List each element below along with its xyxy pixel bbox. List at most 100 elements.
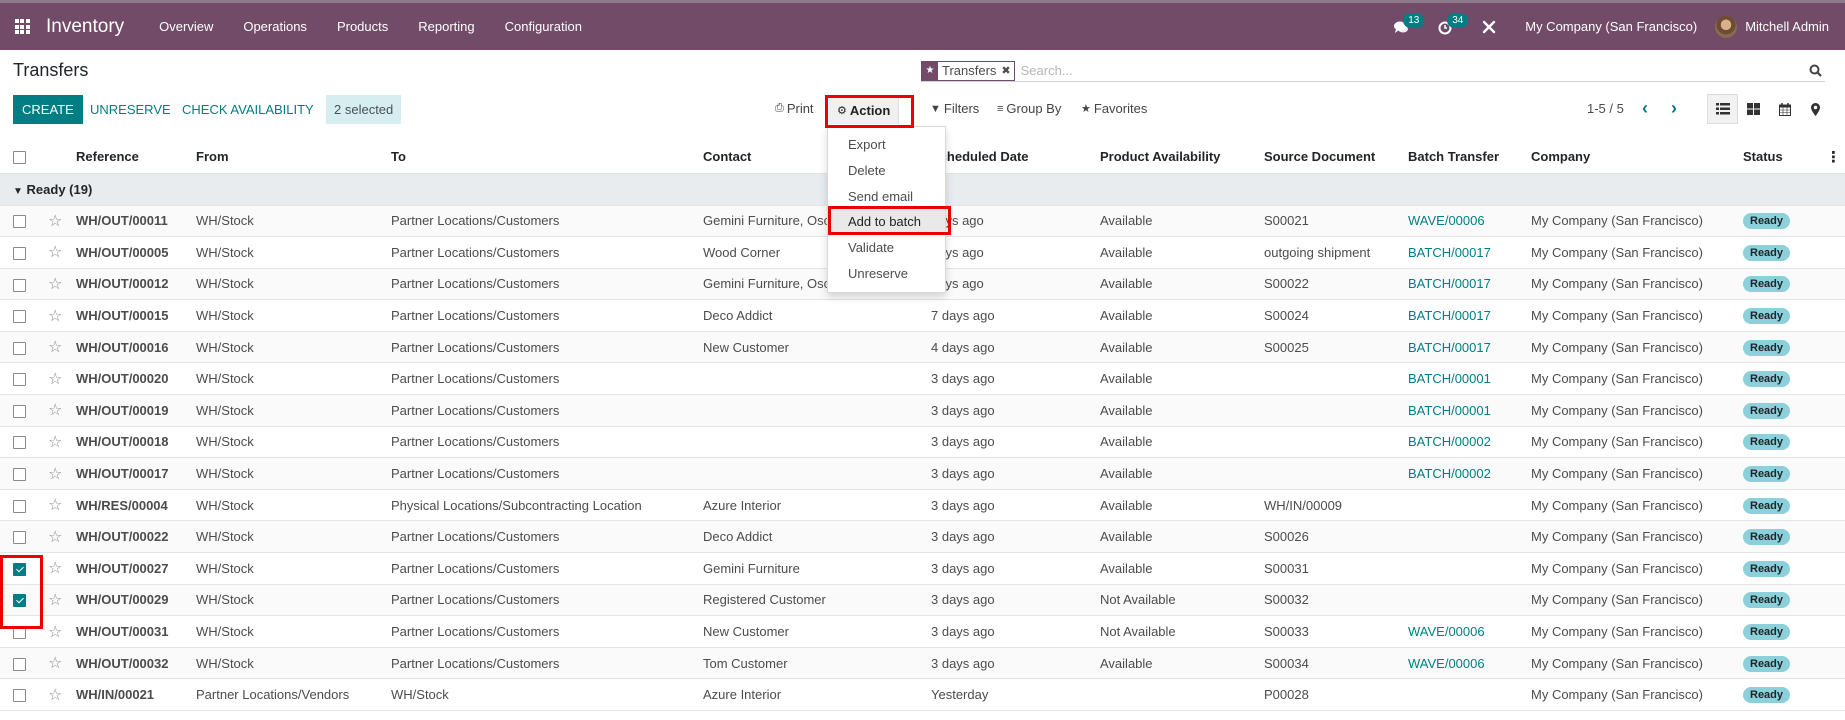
unreserve-button[interactable]: UNRESERVE bbox=[90, 95, 171, 124]
search-icon[interactable] bbox=[1805, 64, 1825, 77]
batch-transfer-link[interactable]: BATCH/00001 bbox=[1408, 403, 1491, 418]
pager-value[interactable]: 1-5 / 5 bbox=[1587, 101, 1624, 116]
row-checkbox[interactable] bbox=[13, 436, 26, 450]
batch-transfer-link[interactable]: BATCH/00017 bbox=[1408, 340, 1491, 355]
action-validate[interactable]: Validate bbox=[828, 235, 945, 261]
table-row[interactable]: ☆ WH/OUT/00032 WH/Stock Partner Locations/C… bbox=[0, 647, 1845, 680]
batch-transfer-link[interactable]: BATCH/00002 bbox=[1408, 434, 1491, 449]
action-send-email[interactable]: Send email bbox=[828, 184, 945, 210]
group-by-button[interactable]: ≡ Group By bbox=[997, 101, 1061, 116]
table-row[interactable]: ☆ WH/OUT/00027 WH/Stock Partner Locations/C… bbox=[0, 552, 1845, 585]
table-row[interactable]: ☆ WH/OUT/00020 WH/Stock Partner Locations/C… bbox=[0, 362, 1845, 396]
action-unreserve[interactable]: Unreserve bbox=[828, 261, 945, 287]
table-row[interactable]: ☆ WH/OUT/00019 WH/Stock Partner Locations/C… bbox=[0, 394, 1845, 427]
create-button[interactable]: CREATE bbox=[13, 95, 83, 124]
row-checkbox[interactable] bbox=[13, 626, 26, 640]
star-icon[interactable]: ☆ bbox=[48, 560, 62, 577]
table-row[interactable]: ☆ WH/OUT/00029 WH/Stock Partner Locations/C… bbox=[0, 584, 1845, 617]
star-icon[interactable]: ☆ bbox=[48, 213, 62, 230]
star-icon[interactable]: ☆ bbox=[48, 339, 62, 356]
pager-previous-icon[interactable]: ‹ bbox=[1642, 98, 1648, 118]
row-checkbox[interactable] bbox=[13, 531, 26, 545]
menu-overview[interactable]: Overview bbox=[144, 4, 228, 50]
star-icon[interactable]: ☆ bbox=[48, 655, 62, 672]
star-icon[interactable]: ☆ bbox=[48, 529, 62, 546]
menu-products[interactable]: Products bbox=[322, 4, 403, 50]
star-icon[interactable]: ☆ bbox=[48, 497, 62, 514]
kanban-view-button[interactable] bbox=[1738, 94, 1769, 124]
column-header-batch-transfer[interactable]: Batch Transfer bbox=[1402, 141, 1525, 174]
row-checkbox[interactable] bbox=[13, 215, 26, 229]
action-export[interactable]: Export bbox=[828, 132, 945, 158]
menu-configuration[interactable]: Configuration bbox=[490, 4, 597, 50]
star-icon[interactable]: ☆ bbox=[48, 276, 62, 293]
batch-transfer-link[interactable]: BATCH/00017 bbox=[1408, 276, 1491, 291]
star-icon[interactable]: ☆ bbox=[48, 402, 62, 419]
user-menu[interactable]: Mitchell Admin bbox=[1715, 15, 1845, 38]
batch-transfer-link[interactable]: WAVE/00006 bbox=[1408, 624, 1485, 639]
row-checkbox[interactable] bbox=[13, 657, 26, 671]
map-view-button[interactable] bbox=[1800, 94, 1831, 124]
row-checkbox[interactable] bbox=[13, 562, 26, 576]
column-header-reference[interactable]: Reference bbox=[70, 141, 190, 174]
column-header-status[interactable]: Status bbox=[1737, 141, 1822, 174]
batch-transfer-link[interactable]: BATCH/00001 bbox=[1408, 371, 1491, 386]
column-header-product-availability[interactable]: Product Availability bbox=[1094, 141, 1258, 174]
activity-menu[interactable]: 34 bbox=[1423, 4, 1469, 50]
row-checkbox[interactable] bbox=[13, 594, 26, 608]
star-icon[interactable]: ☆ bbox=[48, 624, 62, 641]
batch-transfer-link[interactable]: BATCH/00017 bbox=[1408, 308, 1491, 323]
batch-transfer-link[interactable]: BATCH/00002 bbox=[1408, 466, 1491, 481]
table-row[interactable]: ☆ WH/RES/00004 WH/Stock Physical Locations/… bbox=[0, 489, 1845, 522]
column-header-company[interactable]: Company bbox=[1525, 141, 1737, 174]
star-icon[interactable]: ☆ bbox=[48, 592, 62, 609]
batch-transfer-link[interactable]: BATCH/00017 bbox=[1408, 245, 1491, 260]
row-checkbox[interactable] bbox=[13, 278, 26, 292]
filters-button[interactable]: ▼ Filters bbox=[930, 101, 979, 116]
print-button[interactable]: ⎙ Print bbox=[775, 101, 814, 116]
action-add-to-batch[interactable]: Add to batch bbox=[828, 209, 945, 236]
search-input[interactable] bbox=[1020, 63, 1805, 78]
star-icon[interactable]: ☆ bbox=[48, 371, 62, 388]
menu-operations[interactable]: Operations bbox=[228, 4, 322, 50]
apps-grid-icon[interactable] bbox=[0, 5, 44, 49]
star-icon[interactable]: ☆ bbox=[48, 308, 62, 325]
row-checkbox[interactable] bbox=[13, 373, 26, 387]
column-header-from[interactable]: From bbox=[190, 141, 385, 174]
page-title[interactable]: Transfers bbox=[13, 60, 88, 81]
table-row[interactable]: ☆ WH/OUT/00018 WH/Stock Partner Locations/C… bbox=[0, 426, 1845, 459]
optional-columns-toggle[interactable]: ⋮ bbox=[1822, 141, 1845, 174]
column-header-scheduled-date[interactable]: Scheduled Date bbox=[925, 141, 1094, 174]
row-checkbox[interactable] bbox=[13, 468, 26, 482]
table-row[interactable]: ☆ WH/OUT/00017 WH/Stock Partner Locations/C… bbox=[0, 457, 1845, 490]
row-checkbox[interactable] bbox=[13, 404, 26, 418]
facet-remove-icon[interactable]: ✖ bbox=[1000, 62, 1013, 80]
row-checkbox[interactable] bbox=[13, 246, 26, 260]
table-row[interactable]: ☆ WH/OUT/00031 WH/Stock Partner Locations/C… bbox=[0, 615, 1845, 648]
star-icon[interactable]: ☆ bbox=[48, 244, 62, 261]
row-checkbox[interactable] bbox=[13, 499, 26, 513]
column-header-to[interactable]: To bbox=[385, 141, 697, 174]
app-brand[interactable]: Inventory bbox=[46, 16, 124, 38]
table-row[interactable]: ☆ WH/OUT/00016 WH/Stock Partner Locations/C… bbox=[0, 331, 1845, 364]
column-header-source-document[interactable]: Source Document bbox=[1258, 141, 1402, 174]
pager-next-icon[interactable]: › bbox=[1671, 98, 1677, 118]
calendar-view-button[interactable] bbox=[1769, 94, 1800, 124]
batch-transfer-link[interactable]: WAVE/00006 bbox=[1408, 656, 1485, 671]
messaging-menu[interactable]: 13 bbox=[1379, 4, 1425, 50]
batch-transfer-link[interactable]: WAVE/00006 bbox=[1408, 213, 1485, 228]
star-icon[interactable]: ☆ bbox=[48, 687, 62, 704]
table-row[interactable]: ☆ WH/IN/00021 Partner Locations/Vendors WH/… bbox=[0, 678, 1845, 711]
select-all-checkbox[interactable] bbox=[13, 151, 26, 165]
action-delete[interactable]: Delete bbox=[828, 158, 945, 184]
debug-tools-menu[interactable] bbox=[1467, 4, 1511, 50]
check-availability-button[interactable]: CHECK AVAILABILITY bbox=[182, 95, 314, 124]
star-icon[interactable]: ☆ bbox=[48, 466, 62, 483]
company-switcher[interactable]: My Company (San Francisco) bbox=[1511, 19, 1715, 34]
menu-reporting[interactable]: Reporting bbox=[403, 4, 489, 50]
row-checkbox[interactable] bbox=[13, 310, 26, 324]
table-row[interactable]: ☆ WH/OUT/00022 WH/Stock Partner Locations/C… bbox=[0, 520, 1845, 554]
star-icon[interactable]: ☆ bbox=[48, 434, 62, 451]
row-checkbox[interactable] bbox=[13, 689, 26, 703]
row-checkbox[interactable] bbox=[13, 341, 26, 355]
